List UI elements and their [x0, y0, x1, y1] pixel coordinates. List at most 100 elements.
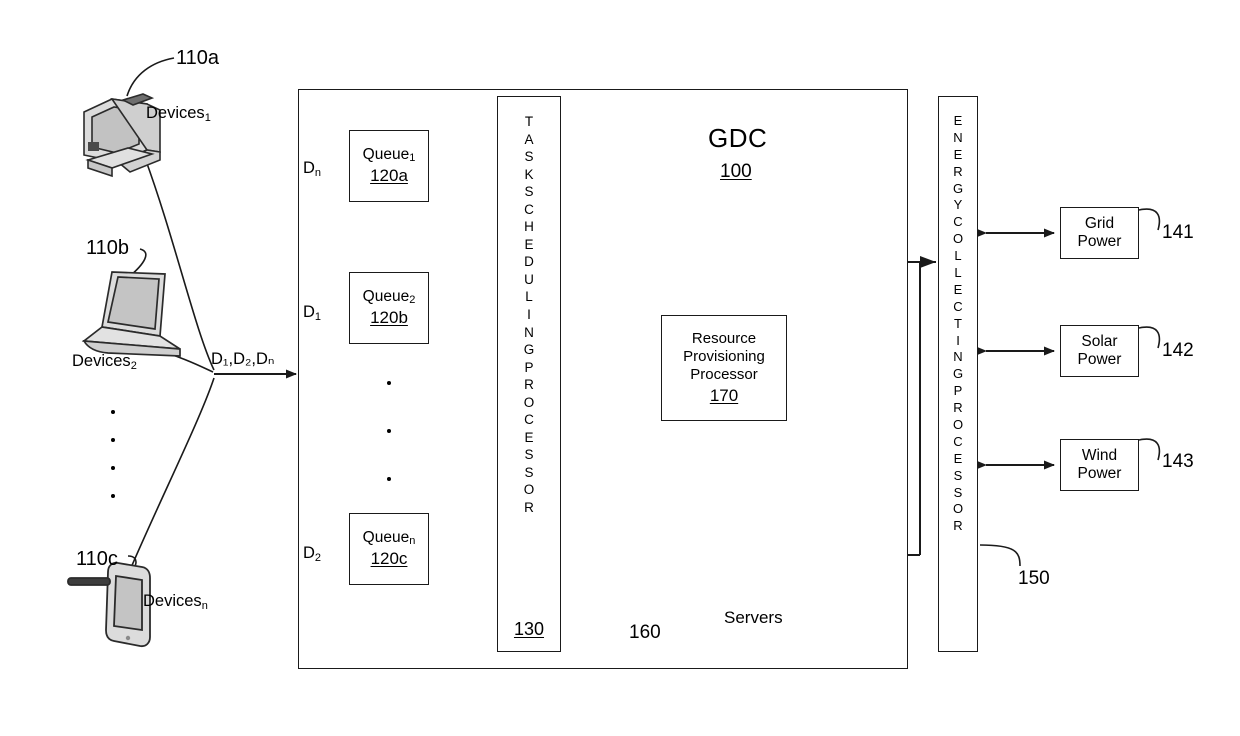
energy-collecting-processor[interactable]: ENERGYCOLLECTINGPROCESSOR: [938, 96, 978, 652]
vertical-letter: O: [952, 501, 964, 517]
leader-110a: [126, 57, 175, 97]
vertical-letter: L: [525, 289, 533, 305]
flow-device2-to-merge: [149, 347, 214, 373]
vertical-letter: N: [953, 129, 963, 145]
vertical-letter: E: [953, 281, 963, 297]
energy-collecting-processor-label: ENERGYCOLLECTINGPROCESSOR: [953, 113, 963, 535]
vertical-letter: Y: [953, 197, 963, 213]
vertical-letter: U: [524, 271, 534, 287]
vertical-letter: S: [953, 467, 963, 483]
vertical-letter: E: [953, 146, 963, 162]
flow-label-dn: Dn: [303, 159, 322, 179]
vertical-letter: R: [953, 400, 963, 416]
vertical-letter: S: [524, 447, 534, 463]
vertical-letter: S: [524, 184, 534, 200]
vertical-letter: G: [523, 342, 535, 358]
queue-120b[interactable]: Queue2 120b: [349, 272, 429, 344]
vertical-letter: O: [523, 482, 535, 498]
vertical-letter: E: [524, 429, 534, 445]
servers-label: Servers: [724, 608, 783, 627]
devices-2-label: Devices2: [72, 352, 137, 372]
rpp-line1: Resource: [691, 330, 757, 348]
vertical-letter: L: [954, 248, 962, 264]
leader-150: [979, 544, 1021, 567]
leader-110b: [129, 248, 147, 277]
rpp-line3: Processor: [690, 365, 758, 383]
grid-power-line2: Power: [1077, 233, 1122, 250]
arrowhead-into-energy: [920, 256, 936, 268]
vertical-letter: H: [524, 219, 534, 235]
ellipsis-dot: [111, 438, 115, 442]
rpp-line2: Provisioning: [683, 348, 765, 366]
queue-120c-number: 120c: [370, 548, 408, 568]
resource-provisioning-processor[interactable]: Resource Provisioning Processor 170: [661, 315, 787, 421]
reference-143: 143: [1162, 451, 1194, 472]
combined-flow-label: D₁,D₂,Dₙ: [211, 350, 275, 368]
flow-label-d2: D2: [303, 544, 322, 564]
vertical-letter: S: [524, 464, 534, 480]
reference-110b: 110b: [86, 237, 130, 259]
flow-devicen-to-merge: [129, 377, 215, 571]
wind-power-source[interactable]: Wind Power: [1060, 439, 1139, 491]
vertical-letter: K: [524, 166, 534, 182]
ellipsis-dot: [111, 494, 115, 498]
vertical-letter: A: [524, 131, 534, 147]
leader-141: [1138, 208, 1161, 231]
solar-power-source[interactable]: Solar Power: [1060, 325, 1139, 377]
vertical-letter: S: [953, 484, 963, 500]
flow-device1-to-merge: [144, 157, 215, 371]
ellipsis-dot: [387, 477, 391, 481]
wind-power-line2: Power: [1077, 465, 1122, 482]
gdc-title: GDC: [708, 123, 768, 153]
vertical-letter: P: [524, 359, 534, 375]
vertical-letter: T: [954, 315, 962, 331]
vertical-letter: C: [953, 214, 963, 230]
queue-120c[interactable]: Queuen 120c: [349, 513, 429, 585]
vertical-letter: C: [953, 433, 963, 449]
ellipsis-dot: [387, 381, 391, 385]
vertical-letter: I: [527, 307, 531, 323]
solar-power-line2: Power: [1077, 351, 1122, 368]
tablet-icon: [67, 561, 151, 648]
grid-power-line1: Grid: [1084, 214, 1115, 232]
reference-142: 142: [1162, 340, 1194, 361]
vertical-letter: O: [952, 417, 964, 433]
queue-120b-name: Queue2: [362, 287, 416, 306]
patent-figure: GDC 100 110a 110b 110c Devices1 Devices2…: [0, 0, 1240, 736]
reference-141: 141: [1162, 222, 1194, 243]
task-scheduling-processor-label: TASKSCHEDULINGPROCESSOR: [524, 113, 535, 517]
vertical-letter: G: [952, 180, 964, 196]
devices-1-label: Devices1: [146, 104, 211, 124]
vertical-letter: S: [524, 149, 534, 165]
ellipsis-dot: [111, 410, 115, 414]
vertical-letter: R: [953, 518, 963, 534]
vertical-letter: O: [952, 231, 964, 247]
vertical-letter: D: [524, 254, 534, 270]
queue-120c-name: Queuen: [362, 528, 416, 547]
task-scheduling-processor[interactable]: TASKSCHEDULINGPROCESSOR 130: [497, 96, 561, 652]
leader-143: [1138, 438, 1161, 461]
vertical-letter: O: [523, 394, 535, 410]
reference-110a: 110a: [176, 47, 220, 69]
vertical-letter: E: [953, 450, 963, 466]
wind-power-line1: Wind: [1081, 446, 1118, 464]
vertical-letter: R: [953, 163, 963, 179]
queue-120a[interactable]: Queue1 120a: [349, 130, 429, 202]
grid-power-source[interactable]: Grid Power: [1060, 207, 1139, 259]
vertical-letter: N: [953, 349, 963, 365]
devices-n-label: Devicesn: [143, 592, 208, 612]
vertical-letter: C: [524, 412, 534, 428]
rpp-number: 170: [709, 385, 739, 405]
vertical-letter: N: [524, 324, 534, 340]
leader-110c: [123, 555, 137, 579]
vertical-letter: T: [524, 114, 534, 129]
vertical-letter: R: [524, 500, 534, 516]
task-scheduling-processor-number: 130: [513, 619, 545, 639]
vertical-letter: L: [954, 265, 962, 281]
reference-160: 160: [629, 622, 661, 643]
laptop-icon: [81, 271, 181, 357]
flow-label-d1: D1: [303, 303, 322, 323]
reference-150: 150: [1018, 568, 1050, 589]
queue-120b-number: 120b: [370, 307, 408, 327]
reference-110c: 110c: [76, 548, 118, 570]
